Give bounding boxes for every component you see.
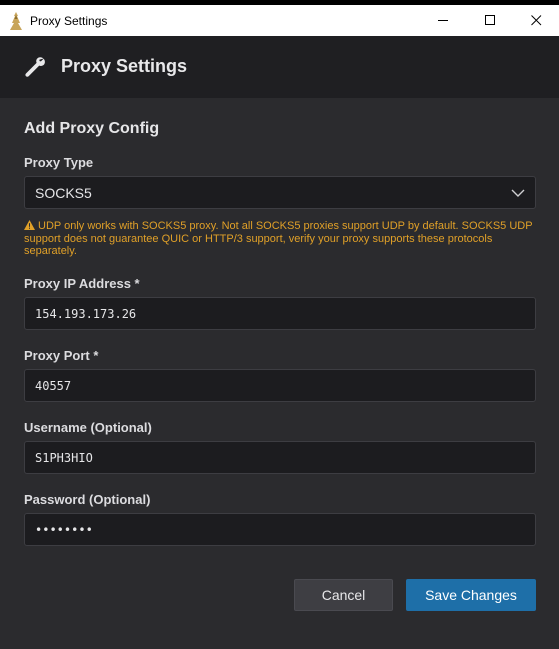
section-title: Add Proxy Config — [24, 120, 160, 137]
minimize-icon — [437, 20, 448, 21]
warning-text: UDP only works with SOCKS5 proxy. Not al… — [24, 220, 533, 257]
maximize-icon — [484, 15, 495, 25]
page-header: Proxy Settings — [0, 36, 559, 98]
password-input[interactable]: •••••••• — [24, 513, 536, 546]
proxy-type-label: Proxy Type — [24, 155, 94, 170]
port-label: Proxy Port * — [24, 348, 99, 363]
save-changes-button[interactable]: Save Changes — [406, 579, 536, 611]
ip-address-value: 154.193.173.26 — [35, 306, 137, 321]
app-icon — [10, 12, 22, 30]
proxy-type-select[interactable]: SOCKS5 — [24, 176, 536, 209]
port-value: 40557 — [35, 378, 72, 393]
window-title: Proxy Settings — [30, 14, 108, 28]
username-label: Username (Optional) — [24, 420, 152, 435]
proxy-form: Add Proxy Config Proxy Type SOCKS5 UDP o… — [0, 98, 559, 649]
ip-address-input[interactable]: 154.193.173.26 — [24, 297, 536, 330]
minimize-button[interactable] — [420, 5, 466, 36]
warning-icon — [24, 220, 35, 230]
proxy-type-value: SOCKS5 — [35, 184, 92, 201]
password-value: •••••••• — [35, 522, 93, 537]
maximize-button[interactable] — [467, 5, 513, 36]
cancel-button[interactable]: Cancel — [294, 579, 393, 611]
password-label: Password (Optional) — [24, 492, 151, 507]
port-input[interactable]: 40557 — [24, 369, 536, 402]
window-titlebar: Proxy Settings — [0, 0, 559, 36]
username-value: S1PH3HIO — [35, 450, 93, 465]
chevron-down-icon — [511, 189, 525, 197]
username-input[interactable]: S1PH3HIO — [24, 441, 536, 474]
close-icon — [530, 15, 541, 26]
page-title: Proxy Settings — [61, 56, 188, 76]
udp-warning: UDP only works with SOCKS5 proxy. Not al… — [24, 220, 536, 258]
ip-address-label: Proxy IP Address * — [24, 276, 140, 291]
close-button[interactable] — [513, 5, 559, 36]
wrench-icon — [25, 57, 45, 77]
